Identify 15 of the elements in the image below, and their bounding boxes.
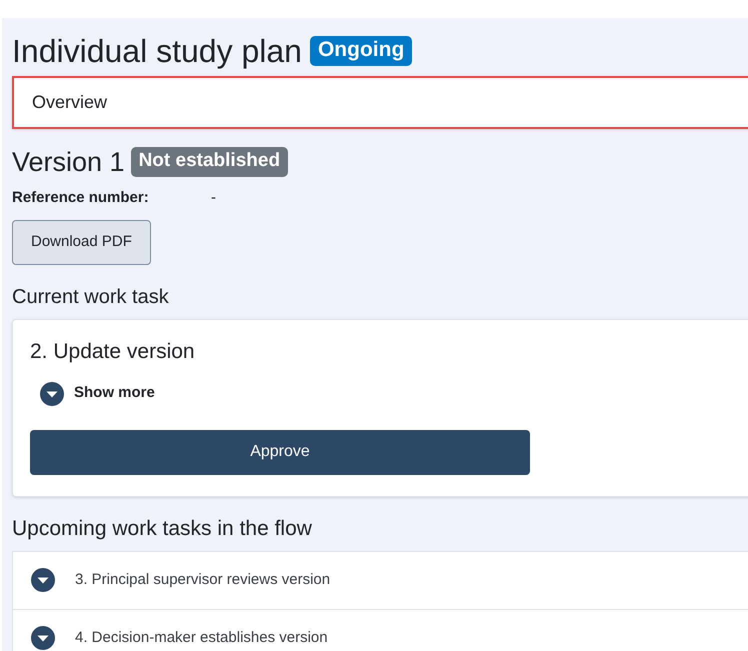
status-badge: Not established: [130, 147, 288, 177]
task-list-item[interactable]: 3. Principal supervisor reviews version: [13, 552, 748, 610]
section-heading: Current work task: [12, 284, 170, 310]
version-title: Version 1: [12, 146, 125, 179]
view-select[interactable]: Overview: [12, 76, 748, 129]
task-title: 2. Update version: [30, 338, 196, 364]
task-list-item[interactable]: 4. Decision-maker establishes version: [13, 610, 748, 651]
show-more-toggle[interactable]: Show more: [40, 382, 155, 406]
download-button[interactable]: Download PDF: [12, 220, 151, 264]
section-heading: Upcoming work tasks in the flow: [12, 516, 313, 542]
reference-value: -: [211, 188, 216, 208]
approve-button[interactable]: Approve: [30, 430, 530, 474]
page-title: Individual study plan: [12, 32, 302, 71]
reference-label: Reference number:: [12, 188, 150, 208]
status-badge: Ongoing: [310, 36, 412, 66]
